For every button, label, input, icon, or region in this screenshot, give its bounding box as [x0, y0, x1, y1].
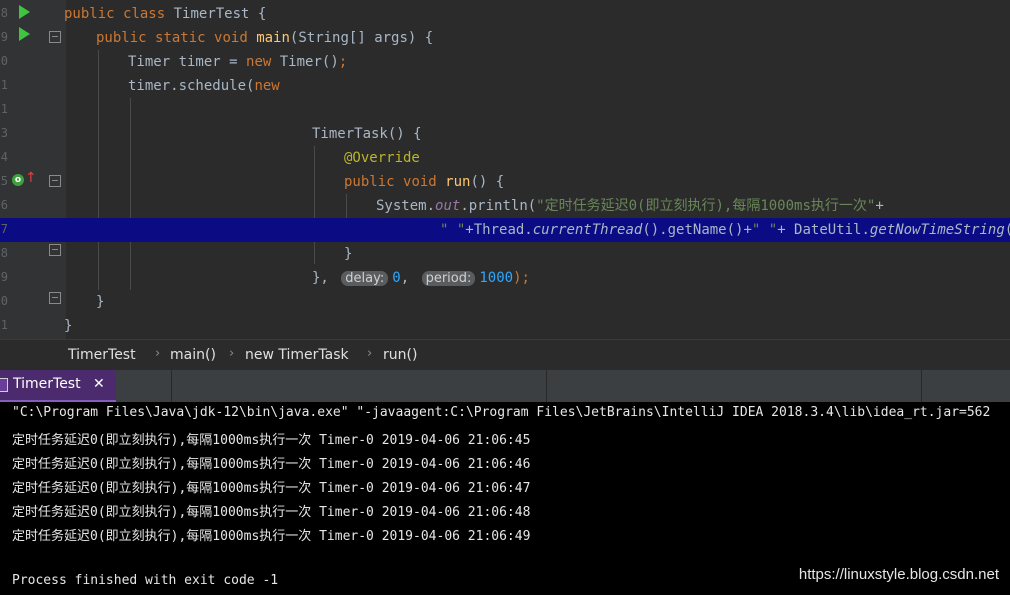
line-number: 1: [0, 78, 8, 92]
code-text: public void run() {: [344, 174, 505, 190]
code-line[interactable]: 1: [0, 98, 1010, 122]
run-tab-timertest[interactable]: TimerTest ✕: [0, 370, 116, 402]
code-text: " "+Thread.currentThread().getName()+" "…: [440, 222, 1010, 238]
code-text: Timer timer = new Timer();: [128, 54, 348, 70]
run-console[interactable]: "C:\Program Files\Java\jdk-12\bin\java.e…: [0, 402, 1010, 595]
breadcrumb-separator: ›: [367, 346, 373, 361]
line-number: 6: [0, 198, 8, 212]
code-text: System.out.println("定时任务延迟0(即立刻执行),每隔100…: [376, 198, 884, 214]
line-number: 8: [0, 246, 8, 260]
code-line[interactable]: 0 }: [0, 290, 1010, 314]
override-icon[interactable]: o: [12, 174, 24, 186]
code-line[interactable]: 0 Timer timer = new Timer();: [0, 50, 1010, 74]
line-number: 0: [0, 294, 8, 308]
console-command-line: "C:\Program Files\Java\jdk-12\bin\java.e…: [12, 405, 991, 420]
code-text: }: [64, 318, 73, 334]
code-line[interactable]: 5 o ↑ public void run() {: [0, 170, 1010, 194]
param-hint-period: period:: [421, 271, 476, 286]
console-output-line: 定时任务延迟0(即立刻执行),每隔1000ms执行一次 Timer-0 2019…: [12, 505, 531, 520]
breadcrumb-item-class[interactable]: TimerTest: [68, 347, 136, 363]
console-icon: [0, 378, 8, 392]
code-line[interactable]: 6 System.out.println("定时任务延迟0(即立刻执行),每隔1…: [0, 194, 1010, 218]
code-text: TimerTask() {: [312, 126, 422, 142]
divider: [921, 370, 922, 402]
divider: [546, 370, 547, 402]
breadcrumb-item-main[interactable]: main(): [170, 347, 216, 363]
code-text: timer.schedule(new: [128, 78, 280, 94]
code-line[interactable]: 8 public class TimerTest {: [0, 2, 1010, 26]
breadcrumb: TimerTest › main() › new TimerTask › run…: [0, 339, 1010, 371]
line-number: 4: [0, 150, 8, 164]
line-number: 5: [0, 174, 8, 188]
line-number: 1: [0, 102, 8, 116]
console-output-line: 定时任务延迟0(即立刻执行),每隔1000ms执行一次 Timer-0 2019…: [12, 433, 531, 448]
watermark: https://linuxstyle.blog.csdn.net: [798, 566, 999, 583]
line-number: 9: [0, 30, 8, 44]
line-number: 8: [0, 6, 8, 20]
code-text: }, delay: 0, period: 1000);: [312, 270, 530, 286]
breadcrumb-separator: ›: [155, 346, 161, 361]
line-number: 3: [0, 126, 8, 140]
code-line[interactable]: 3 TimerTask() {: [0, 122, 1010, 146]
fold-icon[interactable]: [49, 175, 61, 187]
line-number: 9: [0, 270, 8, 284]
code-text: public static void main(String[] args) {: [96, 30, 434, 46]
line-number: 0: [0, 54, 8, 68]
code-line[interactable]: 9 public static void main(String[] args)…: [0, 26, 1010, 50]
breadcrumb-item-anonymous-class[interactable]: new TimerTask: [245, 347, 349, 363]
console-exit-line: Process finished with exit code -1: [12, 573, 279, 588]
annotation-text: @Override: [344, 150, 420, 166]
code-text: }: [96, 294, 105, 310]
fold-icon[interactable]: [49, 31, 61, 43]
console-output-line: 定时任务延迟0(即立刻执行),每隔1000ms执行一次 Timer-0 2019…: [12, 529, 531, 544]
current-line[interactable]: 7 " "+Thread.currentThread().getName()+"…: [0, 218, 1010, 242]
code-line[interactable]: 8 }: [0, 242, 1010, 266]
code-text: }: [344, 246, 353, 262]
fold-icon[interactable]: [49, 292, 61, 304]
run-tab-bar: TimerTest ✕: [0, 370, 1010, 403]
line-number: 1: [0, 318, 8, 332]
divider: [171, 370, 172, 402]
code-line[interactable]: 4 @Override: [0, 146, 1010, 170]
run-icon[interactable]: [19, 5, 30, 19]
run-tab-label: TimerTest: [13, 376, 81, 392]
line-number: 7: [0, 222, 8, 236]
param-hint-delay: delay:: [341, 271, 389, 286]
close-icon[interactable]: ✕: [93, 376, 105, 392]
code-line[interactable]: 1 }: [0, 314, 1010, 338]
fold-icon[interactable]: [49, 244, 61, 256]
code-line[interactable]: 1 timer.schedule(new: [0, 74, 1010, 98]
breadcrumb-item-run[interactable]: run(): [383, 347, 417, 363]
console-output-line: 定时任务延迟0(即立刻执行),每隔1000ms执行一次 Timer-0 2019…: [12, 457, 531, 472]
override-arrow-icon[interactable]: ↑: [25, 170, 37, 186]
code-text: public class TimerTest {: [64, 6, 267, 22]
breadcrumb-separator: ›: [229, 346, 235, 361]
console-output-line: 定时任务延迟0(即立刻执行),每隔1000ms执行一次 Timer-0 2019…: [12, 481, 531, 496]
code-line[interactable]: 9 }, delay: 0, period: 1000);: [0, 266, 1010, 290]
code-editor[interactable]: 8 public class TimerTest { 9 public stat…: [0, 0, 1010, 339]
run-icon[interactable]: [19, 27, 30, 41]
